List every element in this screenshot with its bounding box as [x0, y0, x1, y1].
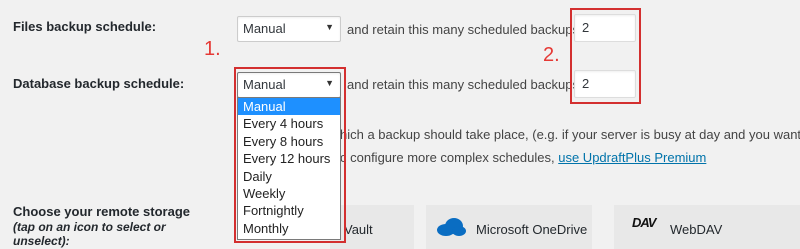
annotation-box-2 [570, 8, 641, 104]
remote-storage-label: Choose your remote storage [13, 204, 190, 219]
storage-option-onedrive[interactable]: Microsoft OneDrive [426, 205, 592, 249]
annotation-box-1 [234, 67, 346, 243]
cloud-icon [436, 217, 466, 240]
storage-option-webdav[interactable]: DAV WebDAV [614, 205, 800, 249]
schedule-premium-text: c configure more complex schedules, use … [340, 150, 706, 165]
files-retain-text: and retain this many scheduled backups: [347, 22, 583, 37]
annotation-marker-1: 1. [204, 38, 221, 60]
schedule-premium-prefix: c configure more complex schedules, [340, 150, 555, 165]
schedule-help-text: hich a backup should take place, (e.g. i… [340, 127, 800, 142]
files-backup-schedule-select[interactable]: Manual ▼ [237, 16, 341, 42]
remote-storage-hint: (tap on an icon to select or unselect): [13, 220, 166, 248]
webdav-logo-icon: DAV [632, 215, 656, 230]
chevron-down-icon: ▼ [325, 22, 334, 32]
files-backup-schedule-value: Manual [243, 21, 286, 36]
files-backup-schedule-label: Files backup schedule: [13, 19, 157, 34]
onedrive-label: Microsoft OneDrive [476, 222, 588, 237]
webdav-label: WebDAV [670, 222, 723, 237]
database-backup-schedule-label: Database backup schedule: [13, 76, 185, 91]
database-retain-text: and retain this many scheduled backups: [347, 77, 583, 92]
annotation-marker-2: 2. [543, 44, 560, 66]
vault-label: Vault [344, 222, 373, 237]
updraftplus-premium-link[interactable]: use UpdraftPlus Premium [558, 150, 706, 165]
